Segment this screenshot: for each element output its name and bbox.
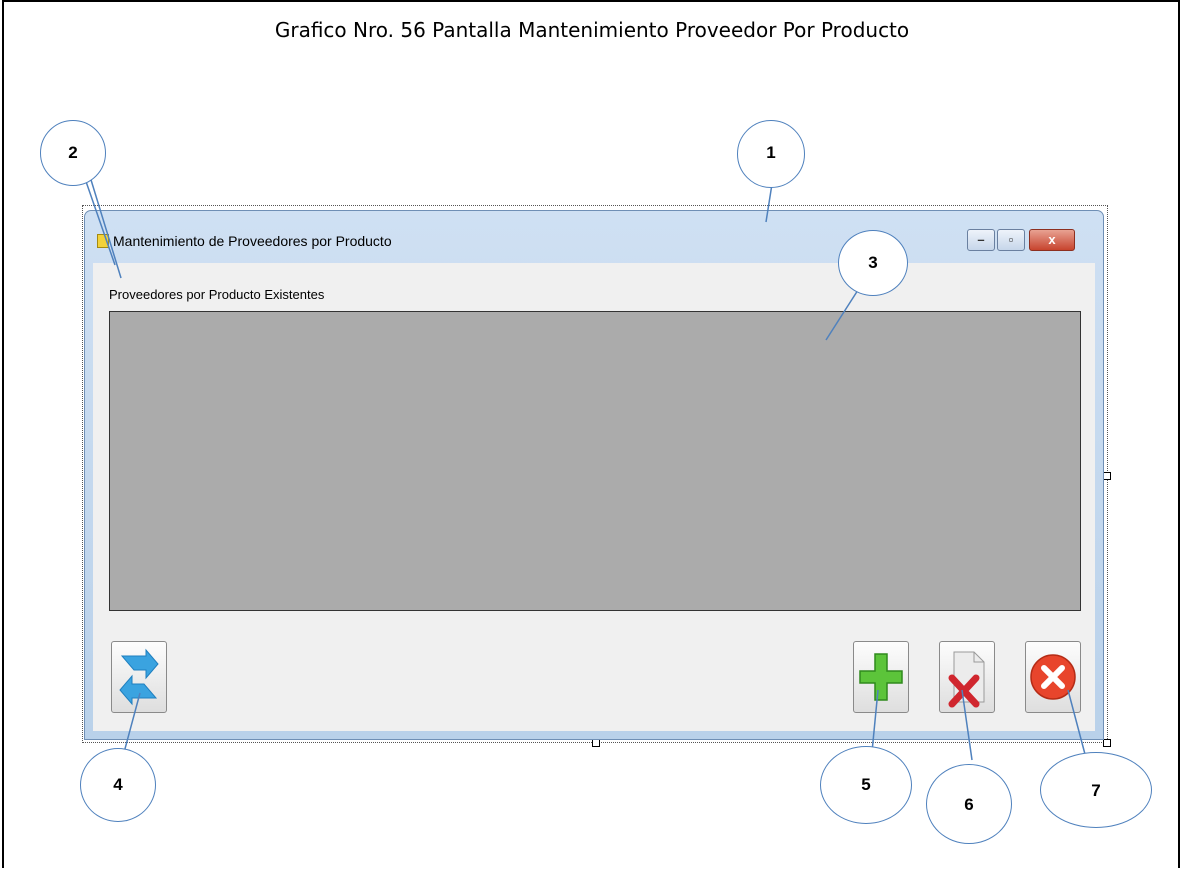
- callout-5: 5: [820, 746, 912, 824]
- callout-4: 4: [80, 748, 156, 822]
- add-button[interactable]: [853, 641, 909, 713]
- refresh-arrows-icon: [119, 648, 159, 706]
- maximize-button[interactable]: ▫: [997, 229, 1025, 251]
- refresh-button[interactable]: [111, 641, 167, 713]
- window-title: Mantenimiento de Proveedores por Product…: [113, 233, 392, 249]
- document-delete-icon: [948, 651, 985, 708]
- minimize-button[interactable]: –: [967, 229, 995, 251]
- resize-handle-bottom[interactable]: [592, 739, 600, 747]
- close-icon: x: [1048, 232, 1056, 247]
- green-plus-icon: [859, 653, 903, 701]
- providers-data-grid[interactable]: [109, 311, 1081, 611]
- callout-1: 1: [737, 120, 805, 188]
- exit-button[interactable]: [1025, 641, 1081, 713]
- delete-button[interactable]: [939, 641, 995, 713]
- resize-handle-corner[interactable]: [1103, 739, 1111, 747]
- form-client-area: Proveedores por Producto Existentes: [93, 263, 1095, 731]
- figure-caption: Grafico Nro. 56 Pantalla Mantenimiento P…: [274, 18, 910, 42]
- application-window: Mantenimiento de Proveedores por Product…: [84, 210, 1104, 740]
- maximize-icon: ▫: [1008, 232, 1014, 247]
- callout-6: 6: [926, 764, 1012, 844]
- minimize-icon: –: [977, 232, 985, 247]
- app-icon: [97, 234, 109, 248]
- close-window-button[interactable]: x: [1029, 229, 1075, 251]
- callout-3: 3: [838, 230, 908, 296]
- callout-7: 7: [1040, 752, 1152, 828]
- title-bar[interactable]: Mantenimiento de Proveedores por Product…: [85, 211, 1103, 263]
- resize-handle-right[interactable]: [1103, 472, 1111, 480]
- callout-2: 2: [40, 120, 106, 186]
- red-circle-x-icon: [1030, 654, 1076, 700]
- grid-label: Proveedores por Producto Existentes: [109, 287, 325, 302]
